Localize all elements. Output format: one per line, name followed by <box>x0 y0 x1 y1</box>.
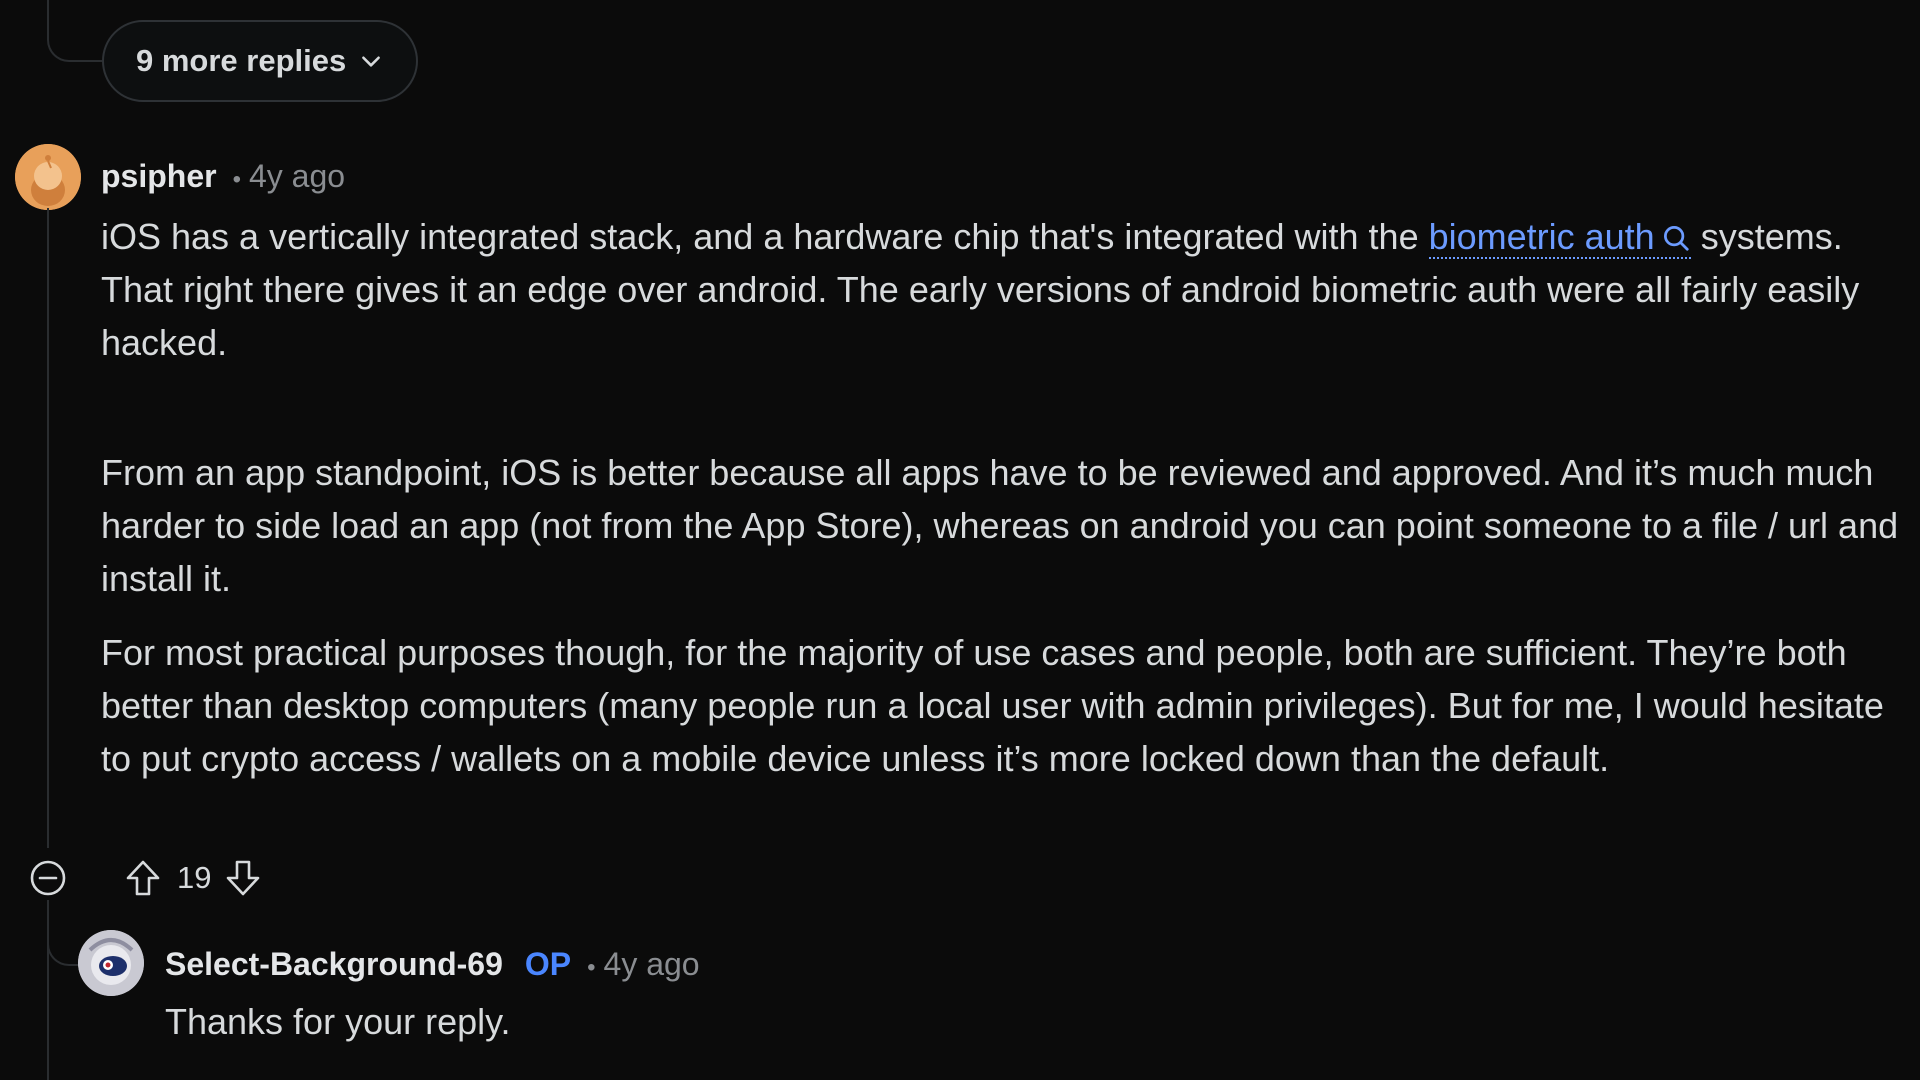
comment-text: That right there gives it an edge over a… <box>101 269 1860 363</box>
op-badge: OP <box>524 946 572 982</box>
thread-line[interactable] <box>47 910 49 1080</box>
comment-timestamp[interactable]: 4y ago <box>249 158 345 195</box>
search-icon <box>1663 226 1689 251</box>
snoo-avatar-icon <box>15 144 81 210</box>
collapse-icon <box>30 860 66 896</box>
avatar[interactable] <box>15 144 81 210</box>
reply-text: Thanks for your reply. <box>165 1001 511 1042</box>
downvote-icon <box>227 860 260 896</box>
upvote-button[interactable] <box>121 856 165 900</box>
reply-timestamp[interactable]: 4y ago <box>604 946 700 983</box>
chevron-down-icon <box>362 56 381 67</box>
more-replies-button[interactable]: 9 more replies <box>102 20 419 102</box>
comment-paragraph: From an app standpoint, iOS is better be… <box>101 446 1916 605</box>
collapse-button[interactable] <box>28 858 68 898</box>
comment-paragraph: iOS has a vertically integrated stack, a… <box>101 210 1916 369</box>
reply-connector <box>47 900 79 966</box>
upvote-icon <box>126 860 160 896</box>
avatar[interactable] <box>78 930 144 996</box>
vote-score: 19 <box>177 860 212 895</box>
more-replies-label: 9 more replies <box>136 43 347 78</box>
comment-text: For most practical purposes though, for … <box>101 632 1884 779</box>
comment-text: iOS has a vertically integrated stack, a… <box>101 216 1429 257</box>
profile-avatar-icon <box>78 930 144 996</box>
biometric-auth-link[interactable]: biometric auth <box>1428 216 1691 259</box>
comment-text: systems. <box>1690 216 1843 257</box>
comment-author[interactable]: psipher <box>101 158 217 195</box>
link-text: biometric auth <box>1428 216 1655 257</box>
thread-connector <box>47 0 102 62</box>
meta-separator: • <box>232 166 241 193</box>
reply-author[interactable]: Select-Background-69 <box>165 946 503 983</box>
comment-thread: 9 more replies psipher • 4y ago iOS has … <box>0 0 1920 1080</box>
reply-meta: Select-Background-69 OP • 4y ago <box>165 946 700 983</box>
meta-separator: • <box>587 954 596 981</box>
comment-actions: 19 <box>28 858 265 898</box>
comment-text: From an app standpoint, iOS is better be… <box>101 452 1899 599</box>
comment-meta: psipher • 4y ago <box>101 158 345 195</box>
thread-line[interactable] <box>47 208 49 848</box>
downvote-button[interactable] <box>221 856 265 900</box>
comment-paragraph: For most practical purposes though, for … <box>101 626 1916 785</box>
